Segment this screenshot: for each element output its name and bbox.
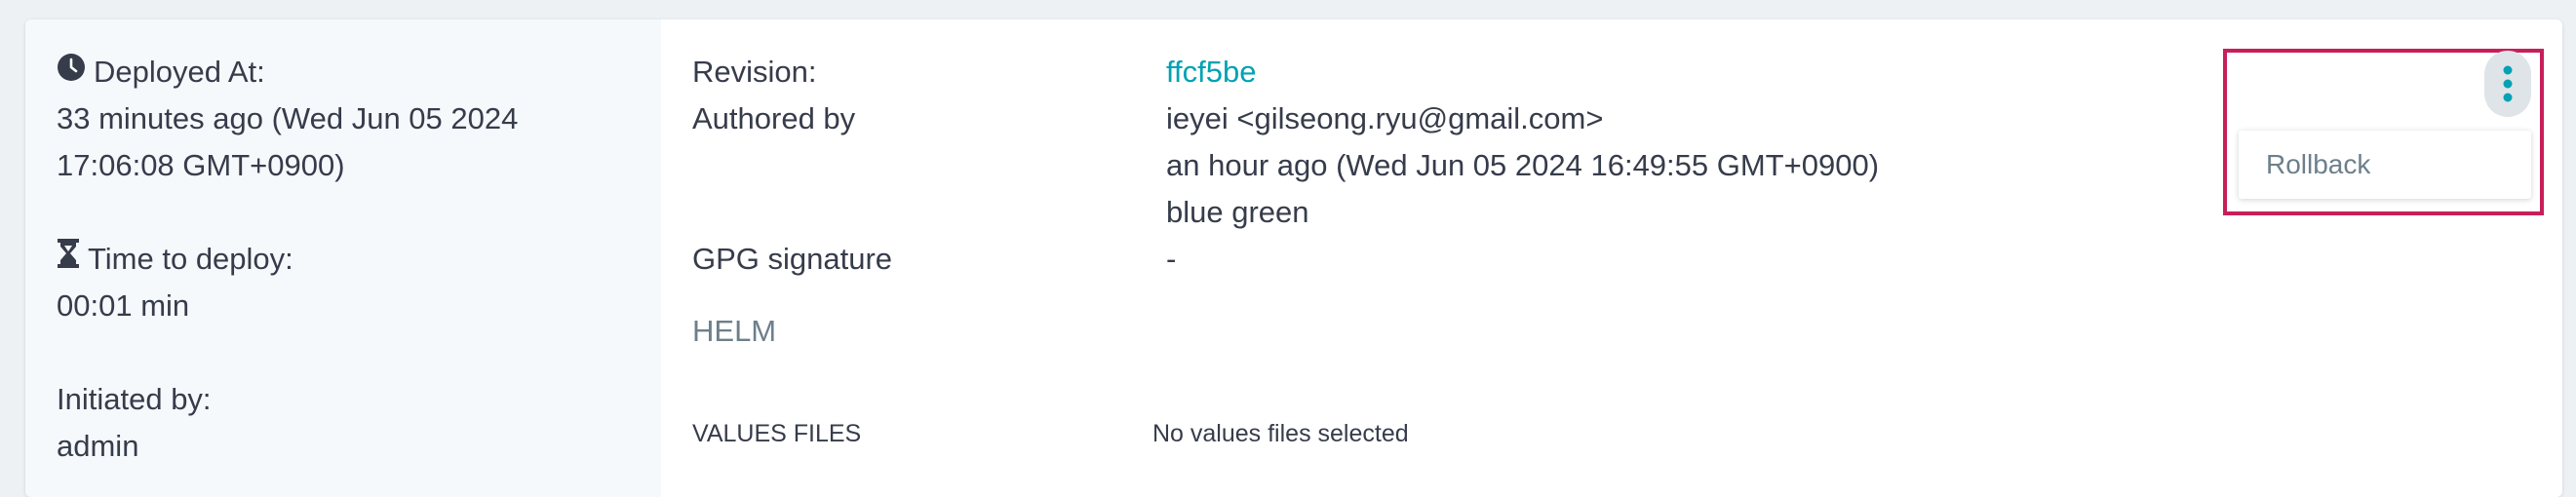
values-files-value: No values files selected	[1152, 420, 1409, 447]
deployed-at-label: Deployed At:	[94, 55, 265, 89]
initiated-by-block: Initiated by: admin	[57, 376, 212, 470]
initiated-by-value: admin	[57, 429, 139, 463]
time-to-deploy-label: Time to deploy:	[88, 242, 293, 276]
gpg-signature-label: GPG signature	[692, 242, 893, 276]
revision-link[interactable]: ffcf5be	[1166, 49, 1257, 96]
deployed-at-label-row: Deployed At:	[57, 49, 518, 96]
values-files-label: VALUES FILES	[692, 420, 862, 447]
deployed-at-value-line1: 33 minutes ago (Wed Jun 05 2024	[57, 101, 519, 135]
hourglass-icon	[57, 236, 80, 283]
deployed-at-value-line2: 17:06:08 GMT+0900)	[57, 148, 345, 182]
revision-label: Revision:	[692, 55, 817, 89]
deployment-info-panel: Deployed At: 33 minutes ago (Wed Jun 05 …	[25, 19, 661, 497]
kebab-menu-icon[interactable]	[2484, 51, 2531, 117]
time-to-deploy-value: 00:01 min	[57, 288, 190, 323]
time-to-deploy-block: Time to deploy: 00:01 min	[57, 236, 293, 329]
author-value: ieyei <gilseong.ryu@gmail.com>	[1166, 101, 1604, 135]
authored-by-label: Authored by	[692, 101, 856, 135]
clock-icon	[57, 49, 86, 96]
actions-dropdown: Rollback	[2239, 131, 2531, 199]
deployed-at-block: Deployed At: 33 minutes ago (Wed Jun 05 …	[57, 49, 518, 189]
gpg-signature-value: -	[1166, 242, 1177, 276]
rollback-menu-item[interactable]: Rollback	[2266, 131, 2370, 199]
authored-time-value: an hour ago (Wed Jun 05 2024 16:49:55 GM…	[1166, 148, 1880, 182]
helm-section-label: HELM	[692, 314, 777, 348]
commit-message-value: blue green	[1166, 195, 1309, 229]
deployment-card: Deployed At: 33 minutes ago (Wed Jun 05 …	[25, 19, 2562, 497]
time-to-deploy-label-row: Time to deploy:	[57, 236, 293, 283]
initiated-by-label: Initiated by:	[57, 382, 212, 416]
